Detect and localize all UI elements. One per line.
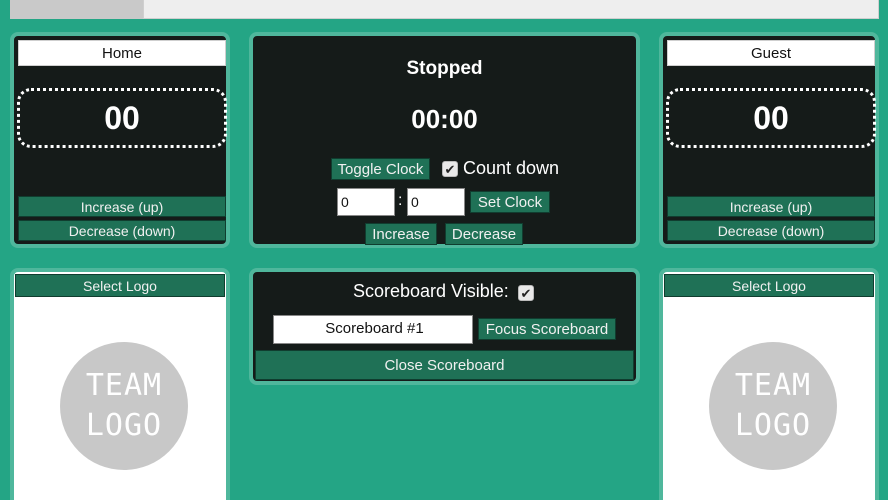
home-team-panel: Home 00 Increase (up) Decrease (down): [10, 32, 230, 248]
guest-team-name[interactable]: Guest: [667, 40, 875, 66]
minutes-input[interactable]: 0: [337, 188, 395, 216]
guest-team-panel: Guest 00 Increase (up) Decrease (down): [659, 32, 879, 248]
home-logo-panel: Select Logo TEAM LOGO: [10, 268, 230, 500]
guest-logo-line-2: LOGO: [734, 408, 812, 443]
seconds-input[interactable]: 0: [407, 188, 465, 216]
guest-increase-button[interactable]: Increase (up): [667, 196, 875, 217]
home-decrease-button[interactable]: Decrease (down): [18, 220, 226, 241]
clock-panel: Stopped 00:00 Toggle Clock ✔ Count down …: [249, 32, 640, 248]
guest-decrease-button[interactable]: Decrease (down): [667, 220, 875, 241]
count-down-checkbox[interactable]: ✔: [442, 161, 458, 177]
guest-score: 00: [666, 88, 876, 148]
close-scoreboard-button[interactable]: Close Scoreboard: [255, 350, 634, 380]
scoreboard-name-input[interactable]: Scoreboard #1: [273, 315, 473, 344]
set-clock-button[interactable]: Set Clock: [470, 191, 550, 213]
home-select-logo-button[interactable]: Select Logo: [15, 274, 225, 297]
scoreboard-tab[interactable]: [10, 0, 143, 19]
clock-decrease-button[interactable]: Decrease: [445, 223, 523, 245]
clock-time: 00:00: [411, 104, 478, 134]
guest-logo-line-1: TEAM: [734, 368, 812, 403]
time-separator: :: [398, 192, 403, 209]
home-increase-button[interactable]: Increase (up): [18, 196, 226, 217]
home-team-name[interactable]: Home: [18, 40, 226, 66]
top-bar: [0, 0, 888, 20]
home-logo-line-1: TEAM: [85, 368, 163, 403]
scoreboard-visible-label: Scoreboard Visible:: [353, 281, 509, 301]
guest-logo-panel: Select Logo TEAM LOGO: [659, 268, 879, 500]
home-score: 00: [17, 88, 227, 148]
guest-select-logo-button[interactable]: Select Logo: [664, 274, 874, 297]
home-logo-line-2: LOGO: [85, 408, 163, 443]
count-down-label: Count down: [463, 158, 560, 178]
focus-scoreboard-button[interactable]: Focus Scoreboard: [478, 318, 616, 340]
top-input-field[interactable]: [143, 0, 879, 19]
clock-increase-button[interactable]: Increase: [365, 223, 437, 245]
home-team-logo[interactable]: TEAM LOGO: [60, 342, 188, 470]
scoreboard-panel: Scoreboard Visible: ✔ Scoreboard #1 Focu…: [249, 268, 640, 385]
scoreboard-visible-checkbox[interactable]: ✔: [518, 285, 534, 301]
guest-team-logo[interactable]: TEAM LOGO: [709, 342, 837, 470]
clock-status: Stopped: [406, 58, 483, 79]
toggle-clock-button[interactable]: Toggle Clock: [331, 158, 430, 180]
